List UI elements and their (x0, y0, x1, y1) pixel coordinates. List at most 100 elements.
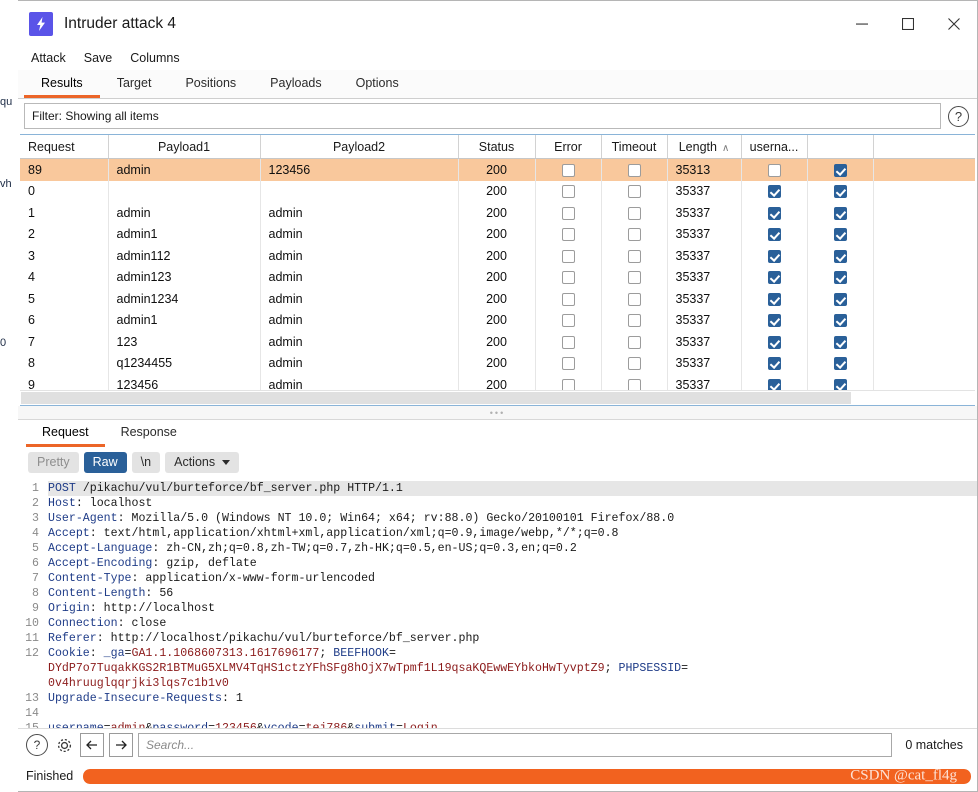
question-mark-icon[interactable]: ? (26, 734, 48, 756)
row-checkbox[interactable] (767, 249, 781, 263)
background-window[interactable]: qu vh 0 (0, 0, 19, 792)
panel-splitter[interactable]: ••• (18, 406, 977, 420)
cell-length: 35337 (667, 309, 742, 331)
table-row[interactable]: 2 admin1 admin 200 35337 (20, 223, 975, 245)
table-row[interactable]: 4 admin123 admin 200 35337 (20, 266, 975, 288)
row-checkbox[interactable] (561, 206, 575, 220)
row-checkbox[interactable] (561, 271, 575, 285)
close-button[interactable] (931, 1, 977, 46)
table-row[interactable]: 1 admin admin 200 35337 (20, 202, 975, 224)
tab-results[interactable]: Results (24, 70, 100, 98)
gear-icon[interactable] (53, 734, 75, 756)
row-checkbox[interactable] (767, 292, 781, 306)
row-checkbox[interactable] (627, 357, 641, 371)
column-header-payload2[interactable]: Payload2 (260, 135, 459, 159)
cell-username (741, 180, 808, 202)
maximize-button[interactable] (885, 1, 931, 46)
code-line: username=admin&password=123456&vcode=tej… (48, 721, 977, 728)
row-checkbox[interactable] (833, 271, 847, 285)
row-checkbox[interactable] (767, 271, 781, 285)
filter-field[interactable]: Filter: Showing all items (24, 103, 941, 129)
editor-search-bar: ? Search... 0 matches (18, 728, 977, 761)
newline-toggle-button[interactable]: \n (131, 451, 161, 473)
column-header-username[interactable]: userna... (741, 135, 808, 159)
cell-payload1: admin1234 (108, 288, 261, 310)
pretty-view-button[interactable]: Pretty (28, 451, 79, 473)
minimize-button[interactable] (839, 1, 885, 46)
arrow-left-icon[interactable] (80, 733, 104, 757)
tab-payloads[interactable]: Payloads (253, 70, 338, 98)
tab-options[interactable]: Options (339, 70, 416, 98)
table-row[interactable]: 89 admin 123456 200 35313 (20, 158, 975, 181)
row-checkbox[interactable] (561, 292, 575, 306)
row-checkbox[interactable] (561, 249, 575, 263)
tab-request[interactable]: Request (26, 420, 105, 447)
row-checkbox[interactable] (561, 228, 575, 242)
row-checkbox[interactable] (627, 206, 641, 220)
column-header-timeout[interactable]: Timeout (601, 135, 668, 159)
request-editor[interactable]: 123456789101112131415 POST /pikachu/vul/… (18, 477, 977, 728)
row-checkbox[interactable] (833, 206, 847, 220)
cell-username (741, 223, 808, 245)
raw-view-button[interactable]: Raw (83, 451, 127, 473)
row-checkbox[interactable] (767, 228, 781, 242)
row-checkbox[interactable] (767, 335, 781, 349)
row-checkbox[interactable] (833, 249, 847, 263)
column-header-request[interactable]: Request (20, 135, 109, 159)
menu-item-columns[interactable]: Columns (121, 49, 188, 67)
tab-target[interactable]: Target (100, 70, 169, 98)
row-checkbox[interactable] (627, 314, 641, 328)
question-mark-icon[interactable]: ? (948, 105, 969, 127)
row-checkbox[interactable] (627, 185, 641, 199)
column-header-payload1[interactable]: Payload1 (108, 135, 261, 159)
cell-username (741, 288, 808, 310)
chevron-down-icon (222, 459, 231, 465)
row-checkbox[interactable] (833, 314, 847, 328)
row-checkbox[interactable] (627, 271, 641, 285)
row-checkbox[interactable] (767, 206, 781, 220)
menu-item-attack[interactable]: Attack (22, 49, 75, 67)
actions-menu-button[interactable]: Actions (165, 451, 240, 473)
row-checkbox[interactable] (833, 163, 847, 177)
table-row[interactable]: 8 q1234455 admin 200 35337 (20, 352, 975, 374)
row-checkbox[interactable] (767, 185, 781, 199)
table-row[interactable]: 6 admin1 admin 200 35337 (20, 309, 975, 331)
menu-item-save[interactable]: Save (75, 49, 122, 67)
row-checkbox[interactable] (561, 185, 575, 199)
row-checkbox[interactable] (767, 357, 781, 371)
code-line: DYdP7o7TuqakKGS2R1BTMuG5XLMV4TqHS1ctzYFh… (48, 662, 689, 675)
request-code[interactable]: POST /pikachu/vul/burteforce/bf_server.p… (44, 478, 977, 728)
table-row[interactable]: 0 200 35337 (20, 180, 975, 202)
row-checkbox[interactable] (627, 292, 641, 306)
row-checkbox[interactable] (833, 228, 847, 242)
column-header-length[interactable]: Length ∧ (667, 135, 742, 159)
window-controls (839, 1, 977, 46)
row-checkbox[interactable] (767, 163, 781, 177)
arrow-right-icon[interactable] (109, 733, 133, 757)
row-checkbox[interactable] (561, 357, 575, 371)
scrollbar-thumb[interactable] (21, 392, 851, 404)
column-header-error[interactable]: Error (535, 135, 602, 159)
row-checkbox[interactable] (561, 335, 575, 349)
row-checkbox[interactable] (833, 335, 847, 349)
column-header-status[interactable]: Status (458, 135, 536, 159)
row-checkbox[interactable] (833, 185, 847, 199)
row-checkbox[interactable] (833, 357, 847, 371)
tab-response[interactable]: Response (105, 420, 193, 447)
row-checkbox[interactable] (627, 249, 641, 263)
row-checkbox[interactable] (627, 335, 641, 349)
table-row[interactable]: 3 admin112 admin 200 35337 (20, 245, 975, 267)
table-row[interactable]: 7 123 admin 200 35337 (20, 331, 975, 353)
row-checkbox[interactable] (767, 314, 781, 328)
row-checkbox[interactable] (627, 163, 641, 177)
row-checkbox[interactable] (627, 228, 641, 242)
row-checkbox[interactable] (561, 163, 575, 177)
table-row[interactable]: 5 admin1234 admin 200 35337 (20, 288, 975, 310)
row-checkbox[interactable] (833, 292, 847, 306)
row-checkbox[interactable] (561, 314, 575, 328)
search-input[interactable]: Search... (138, 733, 893, 757)
tab-positions[interactable]: Positions (168, 70, 253, 98)
table-horizontal-scrollbar[interactable] (20, 390, 975, 405)
column-header-extra-2[interactable] (873, 135, 975, 159)
column-header-extra-1[interactable] (807, 135, 874, 159)
